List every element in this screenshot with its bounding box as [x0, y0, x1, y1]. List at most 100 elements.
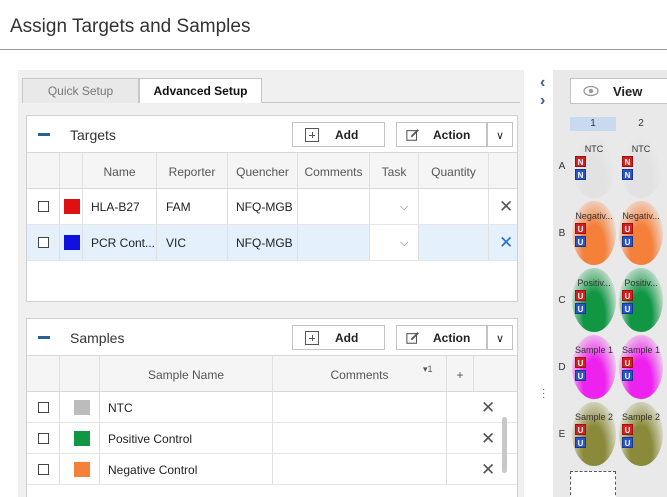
- sample-color-swatch[interactable]: [74, 400, 90, 415]
- sample-color-swatch[interactable]: [74, 462, 90, 477]
- target-task-select[interactable]: ⌵: [370, 225, 419, 260]
- samples-collapse-minus-icon[interactable]: [38, 336, 50, 339]
- plate-row-header[interactable]: D: [557, 362, 567, 373]
- sample-color-swatch[interactable]: [74, 431, 90, 446]
- target-color-swatch[interactable]: [64, 235, 80, 250]
- targets-more-dropdown[interactable]: ∨: [487, 122, 513, 147]
- plate-col-header[interactable]: 2: [617, 117, 665, 131]
- samples-more-dropdown[interactable]: ∨: [487, 325, 513, 350]
- targets-col-quantity[interactable]: Quantity: [419, 153, 489, 188]
- sample-comments[interactable]: [273, 423, 447, 453]
- target-comments[interactable]: [298, 189, 370, 224]
- targets-col-reporter[interactable]: Reporter: [157, 153, 228, 188]
- samples-col-name[interactable]: Sample Name: [100, 356, 273, 391]
- plate-empty-well-selected[interactable]: [570, 471, 616, 497]
- target-quantity[interactable]: [419, 189, 489, 224]
- targets-row[interactable]: PCR Cont... VIC NFQ-MGB ⌵ ✕: [27, 225, 517, 261]
- plate-well[interactable]: Negativ... U U: [619, 201, 663, 265]
- target-color-swatch[interactable]: [64, 199, 80, 214]
- plate-well[interactable]: Positiv... U U: [619, 268, 663, 332]
- samples-row[interactable]: NTC ✕: [27, 392, 517, 423]
- eye-icon: [583, 85, 599, 97]
- view-button[interactable]: View ∨: [570, 78, 667, 104]
- plate-well-task-tag: U: [575, 370, 586, 381]
- target-task-select[interactable]: ⌵: [370, 189, 419, 224]
- panel-resize-handle[interactable]: · · ·: [542, 385, 545, 403]
- plate-well[interactable]: Sample 2 UU: [572, 402, 616, 466]
- plate-col-header[interactable]: 1: [570, 117, 616, 131]
- plate-well-task-tag: U: [622, 290, 633, 301]
- samples-row[interactable]: Negative Control ✕: [27, 454, 517, 485]
- plate-well[interactable]: Negativ... U U: [572, 201, 616, 265]
- chevron-left-icon[interactable]: ‹: [540, 74, 545, 92]
- targets-select-col: [27, 153, 60, 188]
- samples-row-checkbox[interactable]: [38, 402, 49, 413]
- plate-well[interactable]: Positiv... U U: [572, 268, 616, 332]
- targets-row[interactable]: HLA-B27 FAM NFQ-MGB ⌵ ✕: [27, 189, 517, 225]
- targets-col-name[interactable]: Name: [83, 153, 157, 188]
- plate-well[interactable]: Sample 1 UU: [572, 335, 616, 399]
- chevron-right-icon[interactable]: ›: [540, 92, 545, 110]
- targets-row-checkbox[interactable]: [38, 201, 49, 212]
- view-label: View: [613, 84, 643, 99]
- targets-collapse-minus-icon[interactable]: [38, 133, 50, 136]
- sample-name[interactable]: Positive Control: [108, 432, 192, 446]
- samples-col-comments[interactable]: Comments ▾1: [273, 356, 447, 391]
- plate-well-label: Sample 1: [621, 345, 661, 355]
- targets-add-button[interactable]: Add: [292, 122, 385, 147]
- samples-action-button[interactable]: Action: [396, 325, 487, 350]
- samples-add-column-button[interactable]: +: [447, 356, 474, 391]
- delete-sample-close-icon[interactable]: ✕: [481, 460, 495, 480]
- plate-well-task-tag: U: [622, 303, 633, 314]
- target-quantity[interactable]: [419, 225, 489, 260]
- samples-row-checkbox[interactable]: [38, 433, 49, 444]
- samples-color-col: [60, 356, 100, 391]
- tab-quick-setup[interactable]: Quick Setup: [22, 78, 139, 103]
- samples-scrollbar[interactable]: [502, 417, 507, 473]
- targets-action-button[interactable]: Action: [396, 122, 487, 147]
- plate-well-label: Negativ...: [622, 211, 660, 221]
- plate-well-task-tag: U: [622, 424, 633, 435]
- targets-table-header: Name Reporter Quencher Comments Task Qua…: [27, 153, 517, 189]
- delete-target-close-icon[interactable]: ✕: [499, 197, 513, 217]
- samples-table-header: Sample Name Comments ▾1 +: [27, 356, 517, 392]
- plate-row-header[interactable]: B: [557, 228, 567, 239]
- plate-well[interactable]: Sample 2 UU: [619, 402, 663, 466]
- sample-name[interactable]: NTC: [108, 401, 133, 415]
- plate-well-task-tag: U: [575, 424, 586, 435]
- targets-col-quencher[interactable]: Quencher: [228, 153, 298, 188]
- plate-well[interactable]: Sample 1 UU: [619, 335, 663, 399]
- target-name[interactable]: HLA-B27: [91, 200, 140, 214]
- plate-row-header[interactable]: A: [557, 161, 567, 172]
- plate-row-header[interactable]: E: [557, 429, 567, 440]
- samples-add-button[interactable]: Add: [292, 325, 385, 350]
- plate-well-label: Sample 2: [621, 412, 661, 422]
- plate-well-label: NTC: [631, 144, 651, 154]
- delete-sample-close-icon[interactable]: ✕: [481, 429, 495, 449]
- target-quencher[interactable]: NFQ-MGB: [236, 236, 293, 250]
- sample-comments[interactable]: [273, 454, 447, 484]
- plate-well[interactable]: NTC N N: [572, 134, 616, 198]
- tab-advanced-setup[interactable]: Advanced Setup: [139, 78, 262, 103]
- plate-well-task-tag: U: [622, 357, 633, 368]
- sample-name[interactable]: Negative Control: [108, 463, 197, 477]
- target-quencher[interactable]: NFQ-MGB: [236, 200, 293, 214]
- target-reporter[interactable]: VIC: [166, 236, 186, 250]
- target-name[interactable]: PCR Cont...: [91, 236, 155, 250]
- target-comments[interactable]: [298, 225, 370, 260]
- targets-add-label: Add: [335, 128, 359, 142]
- targets-col-comments[interactable]: Comments: [298, 153, 370, 188]
- sort-indicator: ▾1: [423, 364, 433, 374]
- plate-well-task-tag: N: [575, 169, 586, 180]
- delete-target-close-icon[interactable]: ✕: [499, 233, 513, 253]
- delete-sample-close-icon[interactable]: ✕: [481, 398, 495, 418]
- plate-row-header[interactable]: C: [557, 295, 567, 306]
- targets-row-checkbox[interactable]: [38, 237, 49, 248]
- sample-comments[interactable]: [273, 392, 447, 422]
- samples-row[interactable]: Positive Control ✕: [27, 423, 517, 454]
- targets-col-task[interactable]: Task: [370, 153, 419, 188]
- plate-well[interactable]: NTC N N: [619, 134, 663, 198]
- target-reporter[interactable]: FAM: [166, 200, 191, 214]
- samples-row-checkbox[interactable]: [38, 464, 49, 475]
- plate-well-task-tag: N: [622, 156, 633, 167]
